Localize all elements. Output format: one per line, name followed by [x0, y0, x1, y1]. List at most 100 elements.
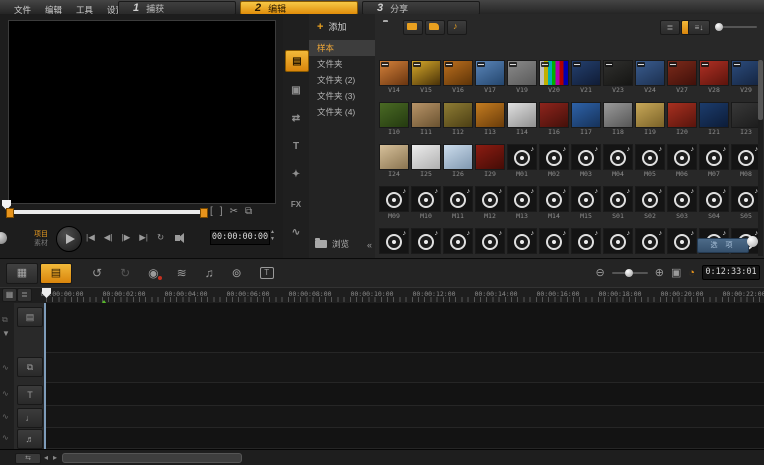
mark-in-icon[interactable]: [ — [210, 206, 213, 217]
thumbnail-I20[interactable] — [667, 102, 697, 128]
thumbnail-row4[interactable]: ♪ — [379, 228, 409, 254]
clip-mode-label[interactable]: 素材 — [34, 239, 48, 248]
folder-item-1[interactable]: 文件夹 — [309, 56, 375, 72]
thumbnail-M05[interactable]: ♪ — [635, 144, 665, 170]
ripple-edit-icon[interactable]: ≣ — [17, 288, 32, 302]
folder-item-0[interactable]: 样本 — [309, 40, 375, 56]
track-expand-icon[interactable]: ▼ — [2, 329, 10, 338]
cut-clip-icon[interactable]: ✂ — [230, 206, 238, 217]
thumbnail-row4[interactable]: ♪ — [411, 228, 441, 254]
thumbnail-S02[interactable]: ♪ — [635, 186, 665, 212]
preview-video-area[interactable] — [8, 20, 276, 204]
title-icon[interactable]: T — [285, 136, 307, 156]
thumbnail-row4[interactable]: ♪ — [635, 228, 665, 254]
thumbnail-V17[interactable] — [475, 60, 505, 86]
transition-icon[interactable]: ⇄ — [285, 108, 307, 128]
zoom-out-icon[interactable]: ⊖ — [596, 266, 605, 279]
redo-button[interactable]: ↻ — [120, 266, 130, 280]
scroll-left-icon[interactable]: ◂ — [44, 453, 48, 462]
repeat-button[interactable]: ↻ — [157, 232, 164, 243]
previous-frame-button[interactable]: ◀| — [104, 232, 113, 243]
gallery-scrollbar-thumb[interactable] — [758, 60, 763, 120]
list-view-button[interactable]: ≣ — [660, 20, 680, 35]
music-track-option-icon[interactable]: ∿ — [2, 433, 9, 442]
thumbnail-I11[interactable] — [411, 102, 441, 128]
filter-icon[interactable]: FX — [285, 194, 307, 214]
zoom-in-icon[interactable]: ⊕ — [655, 266, 664, 279]
thumbnail-S01[interactable]: ♪ — [603, 186, 633, 212]
thumbnail-I16[interactable] — [539, 102, 569, 128]
storyboard-view-button[interactable]: ▦ — [6, 263, 38, 284]
thumbnail-V28[interactable] — [699, 60, 729, 86]
voice-track-button[interactable]: ♩ — [17, 408, 43, 428]
thumbnail-V21[interactable] — [571, 60, 601, 86]
title-track-button[interactable]: T — [17, 385, 43, 405]
trim-end-handle[interactable] — [200, 208, 208, 218]
end-button[interactable]: ▶| — [139, 232, 148, 243]
thumbnail-V24[interactable] — [635, 60, 665, 86]
voice-track-lane[interactable] — [46, 406, 764, 428]
thumbnail-M12[interactable]: ♪ — [475, 186, 505, 212]
thumbnail-I26[interactable] — [443, 144, 473, 170]
scroll-mode-button[interactable]: ⇆ — [15, 453, 41, 464]
collapse-panel-icon[interactable]: « — [367, 240, 372, 250]
preview-scrubber[interactable] — [8, 210, 204, 214]
thumbnail-I10[interactable] — [379, 102, 409, 128]
subtitle-editor-button[interactable]: T — [259, 266, 274, 279]
media-library-icon[interactable]: ▤ — [285, 50, 309, 72]
thumbnail-row4[interactable]: ♪ — [571, 228, 601, 254]
thumbnail-I13[interactable] — [475, 102, 505, 128]
next-frame-button[interactable]: |▶ — [122, 232, 131, 243]
thumbnail-row4[interactable]: ♪ — [475, 228, 505, 254]
filter-video-button[interactable] — [403, 20, 423, 35]
auto-music-button[interactable]: ♫ — [205, 266, 214, 280]
thumbnail-row4[interactable]: ♪ — [667, 228, 697, 254]
gallery-scrollbar[interactable] — [758, 60, 763, 256]
filter-audio-button[interactable]: ♪ — [447, 20, 467, 35]
folder-item-3[interactable]: 文件夹 (3) — [309, 88, 375, 104]
video-track-button[interactable]: ▤ — [17, 307, 43, 327]
path-icon[interactable]: ∿ — [285, 222, 307, 242]
thumbnail-M07[interactable]: ♪ — [699, 144, 729, 170]
thumbnail-I17[interactable] — [571, 102, 601, 128]
thumbnail-S05[interactable]: ♪ — [731, 186, 761, 212]
instant-project-icon[interactable]: ▣ — [285, 80, 307, 100]
graphic-icon[interactable]: ✦ — [285, 164, 307, 184]
slider-knob[interactable] — [715, 23, 723, 31]
thumbnail-M03[interactable]: ♪ — [571, 144, 601, 170]
volume-knob[interactable] — [0, 232, 7, 244]
add-folder-button[interactable]: + 添加 — [317, 20, 346, 33]
options-button[interactable]: 选 项 — [697, 238, 749, 253]
thumbnail-V19[interactable] — [507, 60, 537, 86]
title-track-lane[interactable] — [46, 383, 764, 406]
thumbnail-M13[interactable]: ♪ — [507, 186, 537, 212]
thumbnail-M14[interactable]: ♪ — [539, 186, 569, 212]
thumbnail-I14[interactable] — [507, 102, 537, 128]
thumbnail-V23[interactable] — [603, 60, 633, 86]
thumbnail-M04[interactable]: ♪ — [603, 144, 633, 170]
thumbnail-M06[interactable]: ♪ — [667, 144, 697, 170]
thumbnail-row4[interactable]: ♪ — [539, 228, 569, 254]
video-track-swap-icon[interactable]: ⧉ — [2, 315, 8, 325]
timeline-scrollbar-thumb[interactable] — [62, 453, 242, 463]
enlarge-preview-icon[interactable]: ⧉ — [245, 206, 252, 217]
overlay-track-lane[interactable] — [46, 353, 764, 383]
thumbnail-I29[interactable] — [475, 144, 505, 170]
thumbnail-M15[interactable]: ♪ — [571, 186, 601, 212]
thumbnail-M09[interactable]: ♪ — [379, 186, 409, 212]
thumbnail-V16[interactable] — [443, 60, 473, 86]
thumbnail-I12[interactable] — [443, 102, 473, 128]
project-mode-label[interactable]: 项目 — [34, 230, 48, 239]
video-track-lane[interactable] — [46, 303, 764, 353]
thumbnail-V14[interactable] — [379, 60, 409, 86]
timeline-ruler[interactable]: 00:00:00:00 00:00:02:00 00:00:04:00 00:00:0… — [0, 287, 764, 304]
voice-track-option-icon[interactable]: ∿ — [2, 412, 9, 421]
overlay-track-button[interactable]: ⧉ — [17, 357, 43, 377]
title-track-option-icon[interactable]: ∿ — [2, 389, 9, 398]
thumbnail-V20[interactable] — [539, 60, 569, 86]
step-tab-1[interactable]: 1 捕获 — [118, 1, 236, 15]
timeline-zoom-knob[interactable] — [624, 268, 633, 277]
thumbnail-row4[interactable]: ♪ — [443, 228, 473, 254]
thumbnail-M02[interactable]: ♪ — [539, 144, 569, 170]
speaker-icon[interactable] — [175, 232, 185, 243]
